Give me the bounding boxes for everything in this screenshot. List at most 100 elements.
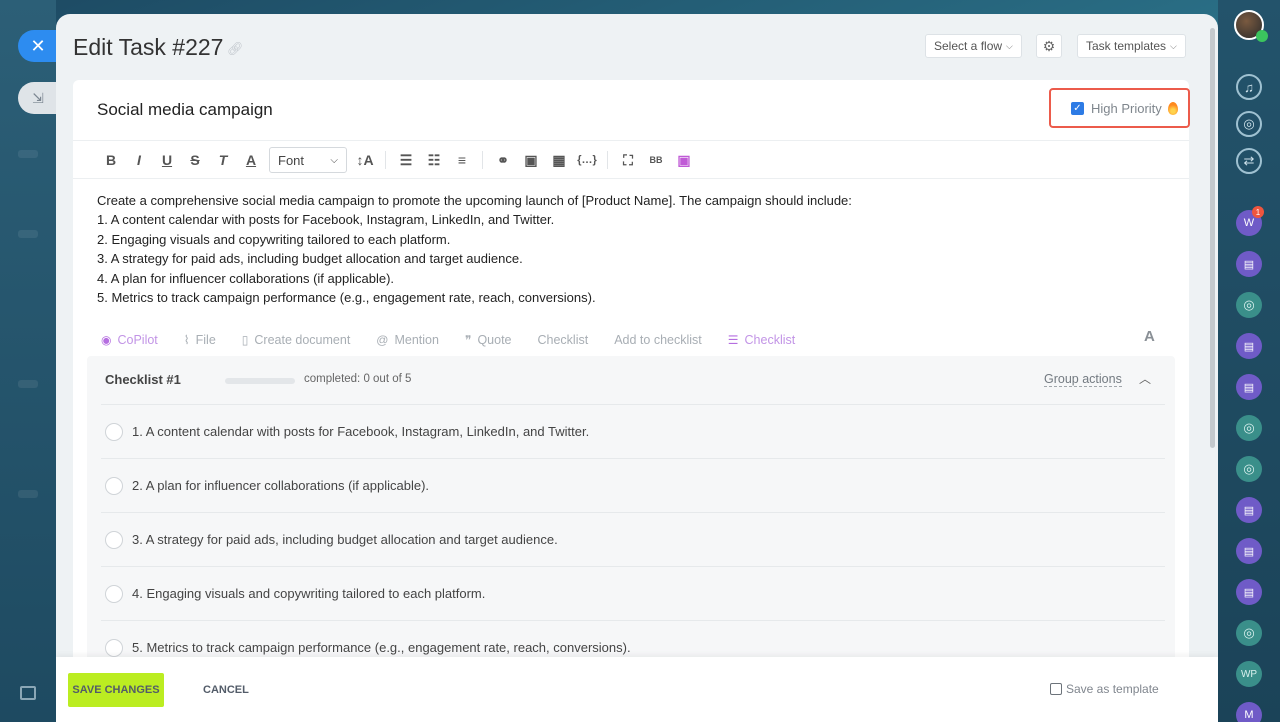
text-format-toggle[interactable]: A xyxy=(1144,328,1155,345)
checklist-item: 1. A content calendar with posts for Fac… xyxy=(101,404,1165,458)
contact-icon[interactable]: ▤ xyxy=(1236,497,1262,523)
gear-icon: ⚙ xyxy=(1042,37,1056,54)
checklist-item-text[interactable]: 4. Engaging visuals and copywriting tail… xyxy=(132,586,485,601)
openline-icon[interactable]: ◎ xyxy=(1236,620,1262,646)
chat-avatar-m[interactable]: M xyxy=(1236,702,1262,722)
bold-icon[interactable]: B xyxy=(97,152,125,168)
contact-icon[interactable]: ▤ xyxy=(1236,251,1262,277)
underline-icon[interactable]: U xyxy=(153,152,181,168)
high-priority-checkbox[interactable]: ✓ xyxy=(1071,101,1084,115)
copilot-icon[interactable]: ◎ xyxy=(1236,111,1262,137)
checklist-item: 3. A strategy for paid ads, including bu… xyxy=(101,512,1165,566)
checklist-item-text[interactable]: 5. Metrics to track campaign performance… xyxy=(132,640,631,655)
checklist-item-checkbox[interactable] xyxy=(105,638,123,657)
checklist-ai-button[interactable]: ☰ Checklist xyxy=(728,333,795,347)
font-select[interactable]: Font ⌵ xyxy=(269,147,347,173)
bell-icon[interactable]: ♫ xyxy=(1236,74,1262,100)
minimize-icon: ⇲ xyxy=(32,89,44,106)
bullet-list-icon[interactable]: ☷ xyxy=(420,152,448,169)
checklist-item-checkbox[interactable] xyxy=(105,422,123,441)
close-slider-button[interactable]: ✕ xyxy=(18,30,58,62)
select-flow-dropdown[interactable]: Select a flow ⌵ xyxy=(925,34,1022,58)
settings-button[interactable]: ⚙ xyxy=(1036,34,1062,58)
high-priority-toggle[interactable]: ✓ High Priority xyxy=(1049,88,1190,128)
copilot-button[interactable]: ◉ CoPilot xyxy=(101,333,158,347)
strikethrough-icon[interactable]: S xyxy=(181,152,209,168)
panel-footer: SAVE CHANGES CANCEL Save as template xyxy=(56,657,1218,722)
description-line: 1. A content calendar with posts for Fac… xyxy=(97,212,555,228)
chat-avatar-wp[interactable]: WP xyxy=(1236,661,1262,687)
ghost-shape xyxy=(18,230,38,238)
align-icon[interactable]: ≡ xyxy=(448,152,476,168)
group-actions-link[interactable]: Group actions xyxy=(1044,372,1122,387)
image-icon[interactable]: ▣ xyxy=(517,152,545,169)
mention-button[interactable]: @ Mention xyxy=(376,333,439,347)
save-as-template-label: Save as template xyxy=(1066,682,1159,696)
checklist-item-checkbox[interactable] xyxy=(105,476,123,495)
ghost-shape xyxy=(18,380,38,388)
document-icon: ▯ xyxy=(241,333,249,347)
description-line: Create a comprehensive social media camp… xyxy=(97,193,852,208)
openline-icon[interactable]: ◎ xyxy=(1236,456,1262,482)
description-line: 2. Engaging visuals and copywriting tail… xyxy=(97,231,451,247)
page-title: Edit Task #227 xyxy=(73,34,224,60)
link-icon[interactable]: 🔗︎ xyxy=(227,41,244,57)
task-templates-dropdown[interactable]: Task templates ⌵ xyxy=(1077,34,1186,58)
editor-toolbar: B I U S T A Font ⌵ ↕A ☰ ☷ ≡ ⚭ ▣ ▦ {…} ⛶ … xyxy=(97,146,698,174)
minimize-slider-button[interactable]: ⇲ xyxy=(18,82,58,114)
code-icon[interactable]: {…} xyxy=(573,154,601,166)
checklist-item-checkbox[interactable] xyxy=(105,584,123,603)
contact-icon[interactable]: ▤ xyxy=(1236,333,1262,359)
printer-icon[interactable] xyxy=(20,686,36,700)
clear-format-icon[interactable]: T xyxy=(209,152,237,168)
checklist-progress-bar xyxy=(225,378,295,384)
ai-image-icon[interactable]: ▣ xyxy=(670,152,698,169)
create-document-label: Create document xyxy=(254,333,351,347)
quote-button[interactable]: ❞ Quote xyxy=(465,333,512,347)
checklist-item-text[interactable]: 3. A strategy for paid ads, including bu… xyxy=(132,532,558,547)
file-button[interactable]: ⌇ File xyxy=(184,333,216,347)
checklist-completed-text: completed: 0 out of 5 xyxy=(304,373,412,385)
chevron-up-icon[interactable]: ︿ xyxy=(1139,370,1151,387)
italic-icon[interactable]: I xyxy=(125,152,153,168)
contact-icon[interactable]: ▤ xyxy=(1236,579,1262,605)
checklist-item-text[interactable]: 1. A content calendar with posts for Fac… xyxy=(132,424,589,439)
openline-icon[interactable]: ◎ xyxy=(1236,292,1262,318)
bbcode-icon[interactable]: BB xyxy=(642,155,670,165)
task-title-input[interactable]: Social media campaign xyxy=(97,100,273,120)
task-description[interactable]: Create a comprehensive social media camp… xyxy=(97,191,852,307)
chat-icon[interactable]: ⇄ xyxy=(1236,148,1262,174)
right-sidebar: ♫ ◎ ⇄ W 1 ▤ ◎ ▤ ▤ ◎ ◎ ▤ ▤ ▤ ◎ WP M xyxy=(1218,0,1280,722)
save-changes-button[interactable]: SAVE CHANGES xyxy=(68,673,164,707)
checklist-button[interactable]: Checklist xyxy=(538,333,589,347)
high-priority-label: High Priority xyxy=(1091,100,1162,116)
fullscreen-icon[interactable]: ⛶ xyxy=(614,152,642,169)
checklist-item-checkbox[interactable] xyxy=(105,530,123,549)
cancel-button[interactable]: CANCEL xyxy=(203,684,249,696)
toolbar-separator xyxy=(607,151,608,169)
chevron-down-icon: ⌵ xyxy=(1170,40,1177,51)
create-document-button[interactable]: ▯ Create document xyxy=(242,333,351,347)
link-icon[interactable]: ⚭ xyxy=(489,152,517,169)
text-color-icon[interactable]: A xyxy=(237,152,265,168)
description-line: 4. A plan for influencer collaborations … xyxy=(97,270,395,286)
openline-icon[interactable]: ◎ xyxy=(1236,415,1262,441)
toolbar-separator xyxy=(482,151,483,169)
numbered-list-icon[interactable]: ☰ xyxy=(392,152,420,169)
save-as-template-checkbox[interactable] xyxy=(1050,683,1062,695)
checklist-item-text[interactable]: 2. A plan for influencer collaborations … xyxy=(132,478,429,493)
ghost-shape xyxy=(18,150,38,158)
add-to-checklist-button[interactable]: Add to checklist xyxy=(614,333,702,347)
contact-icon[interactable]: ▤ xyxy=(1236,374,1262,400)
checklist-label: Checklist xyxy=(537,333,589,347)
font-size-icon[interactable]: ↕A xyxy=(351,152,379,168)
checklist-ai-icon: ☰ xyxy=(727,333,739,347)
scrollbar[interactable] xyxy=(1210,28,1215,448)
copilot-label: CoPilot xyxy=(117,333,158,347)
task-templates-label: Task templates xyxy=(1086,39,1167,53)
table-icon[interactable]: ▦ xyxy=(545,152,573,169)
copilot-icon: ◉ xyxy=(101,333,112,347)
contact-icon[interactable]: ▤ xyxy=(1236,538,1262,564)
save-as-template-toggle[interactable]: Save as template xyxy=(1050,682,1159,696)
checklist-title[interactable]: Checklist #1 xyxy=(105,372,181,387)
